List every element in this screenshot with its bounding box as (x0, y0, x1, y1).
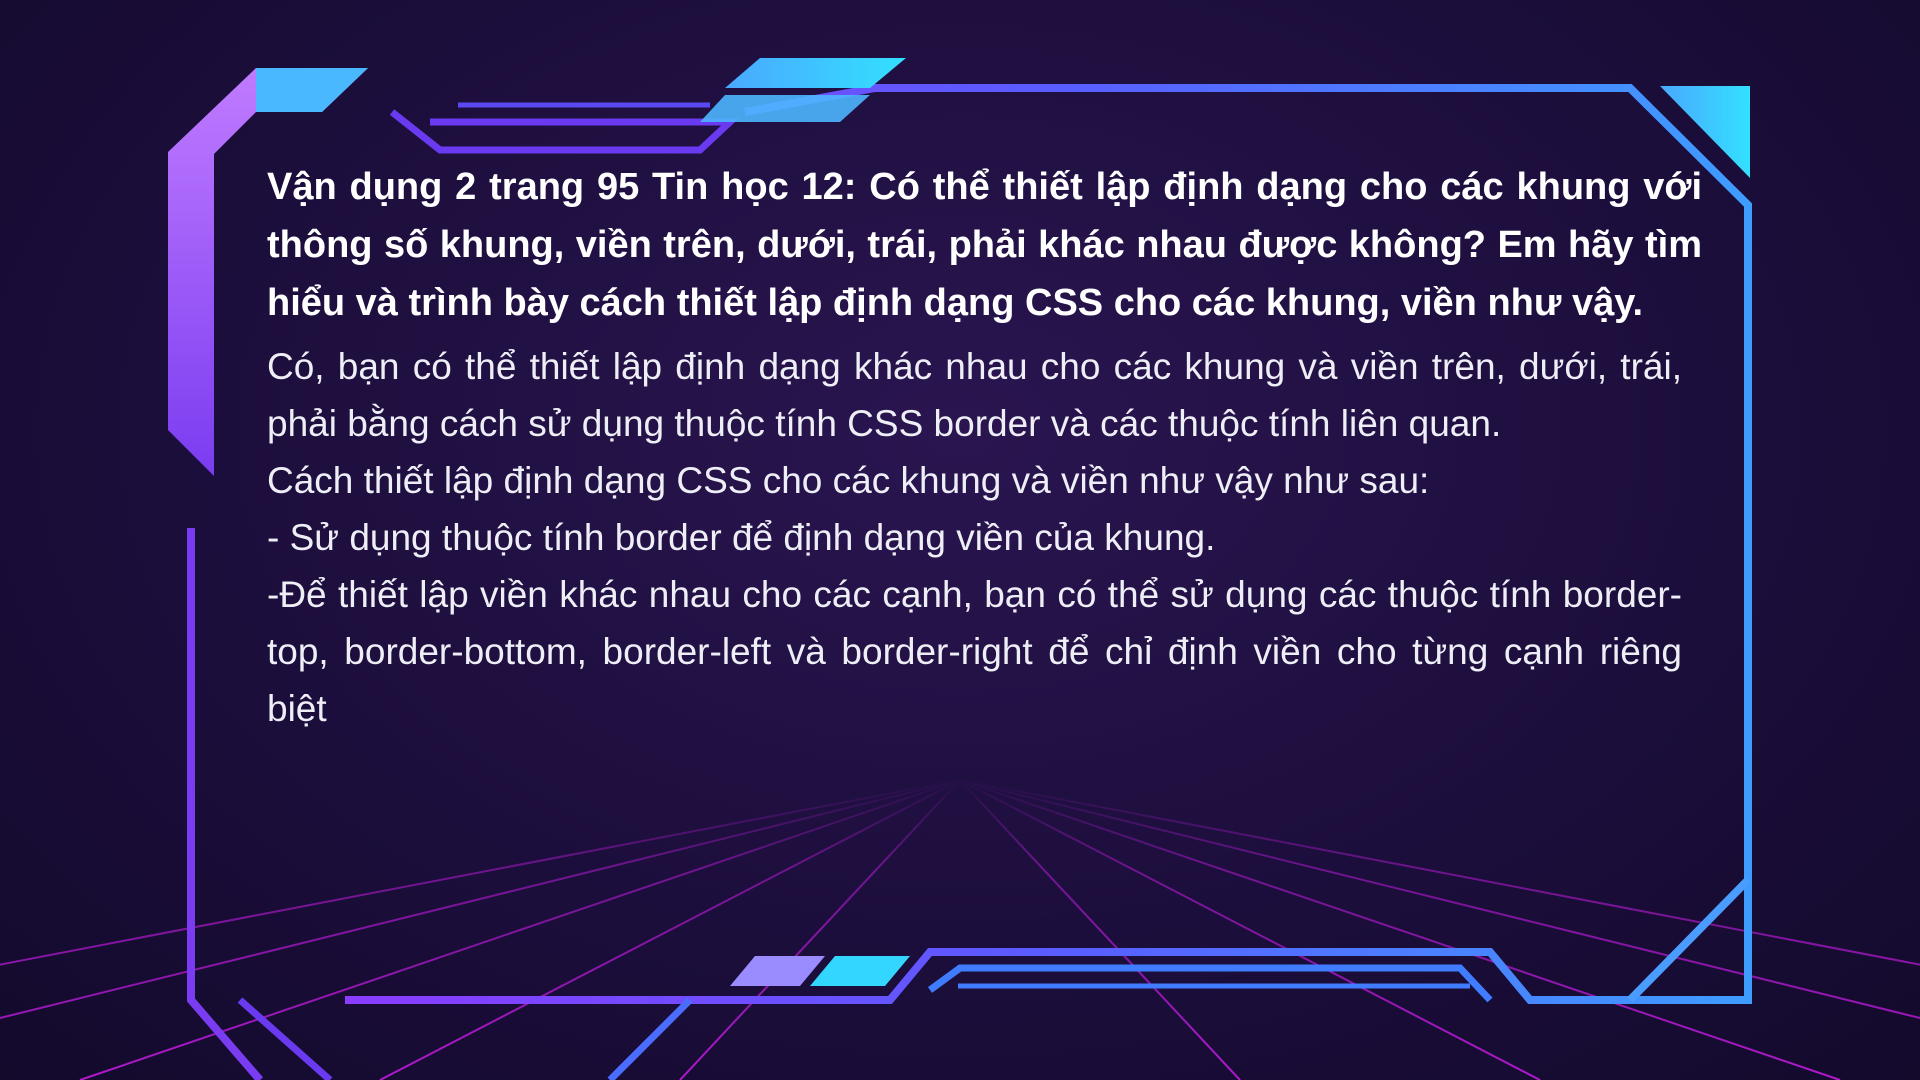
top-accent-bar (725, 58, 906, 88)
answer-step-2: -Để thiết lập viền khác nhau cho các cạn… (267, 574, 1682, 729)
bottom-accent-bar-1 (730, 956, 825, 986)
bottom-accent-bar-2 (810, 956, 910, 986)
answer-method-heading: Cách thiết lập định dạng CSS cho các khu… (267, 460, 1430, 501)
content-panel: Vận dụng 2 trang 95 Tin học 12: Có thể t… (267, 158, 1702, 737)
answer-block: Có, bạn có thể thiết lập định dạng khác … (267, 338, 1702, 737)
perspective-grid-floor (0, 779, 1920, 1080)
answer-intro: Có, bạn có thể thiết lập định dạng khác … (267, 346, 1682, 444)
left-bracket-cap (256, 68, 368, 112)
top-accent-bar-2 (700, 95, 870, 122)
answer-step-1: - Sử dụng thuộc tính border để định dạng… (267, 517, 1216, 558)
question-text: Vận dụng 2 trang 95 Tin học 12: Có thể t… (267, 166, 1702, 324)
